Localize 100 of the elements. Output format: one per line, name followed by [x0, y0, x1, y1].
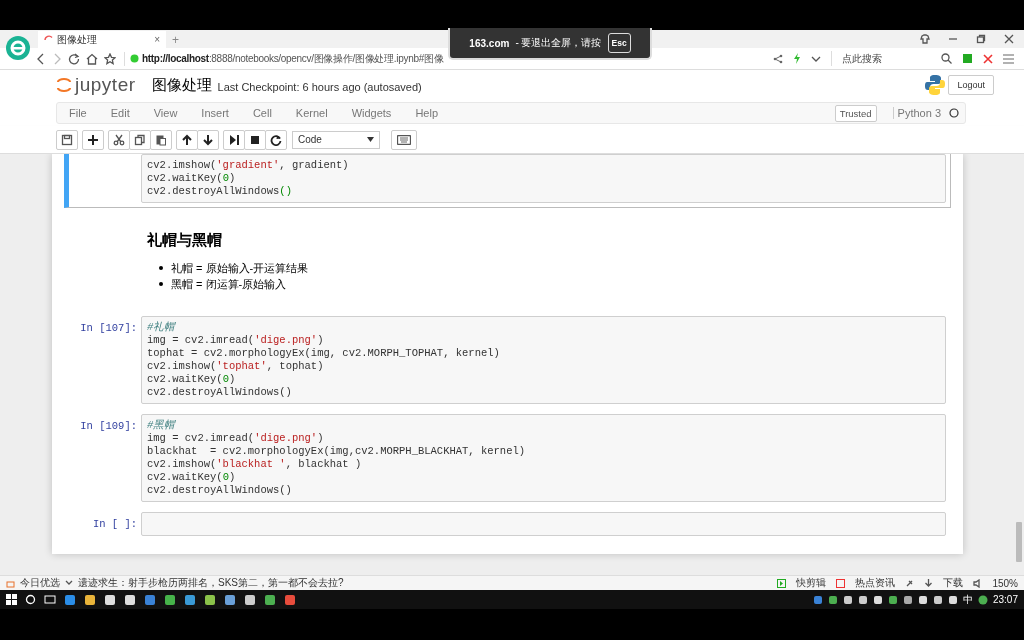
secure-icon — [130, 54, 139, 63]
status-link[interactable]: 快剪辑 — [796, 576, 827, 590]
string-literal: 'tophat' — [216, 360, 267, 372]
app-icon[interactable] — [204, 593, 216, 606]
copy-button[interactable] — [129, 129, 151, 150]
arrow-down-button[interactable] — [197, 129, 219, 150]
menu-item[interactable]: Edit — [110, 107, 130, 119]
app-icon[interactable] — [244, 593, 256, 606]
trusted-indicator[interactable]: Trusted — [834, 104, 877, 122]
chevron-down-icon — [65, 579, 73, 587]
menu-item[interactable]: Cell — [252, 107, 272, 119]
code-comment: #礼帽 — [147, 321, 176, 333]
tray-icon[interactable] — [932, 594, 943, 605]
scissors-button[interactable] — [108, 129, 130, 150]
task-view-icon[interactable] — [44, 594, 56, 605]
notebook-title[interactable]: 图像处理 — [151, 75, 212, 95]
star-icon[interactable] — [104, 52, 116, 65]
kernel-name[interactable]: Python 3 — [892, 107, 941, 119]
code-text: cv2.waitKey( — [147, 471, 223, 483]
keyboard-button[interactable] — [391, 129, 417, 150]
menu-item[interactable]: Help — [415, 107, 438, 119]
code-text: cv2.waitKey( — [147, 172, 223, 184]
app-icon[interactable] — [264, 593, 276, 606]
close-tab-button[interactable]: × — [154, 34, 160, 45]
code-input[interactable] — [141, 512, 946, 536]
esc-key: Esc — [607, 33, 631, 53]
tray-icon[interactable] — [887, 594, 898, 605]
app-icon[interactable] — [164, 593, 176, 606]
tray-icon[interactable] — [977, 594, 988, 605]
tray-icon[interactable] — [857, 594, 868, 605]
tray-icon[interactable] — [917, 594, 928, 605]
selected-cell[interactable]: cv2.imshow('gradient', gradient) cv2.waitKey(0) cv2.destroyAllWindows() — [64, 154, 951, 208]
plus-button[interactable] — [82, 129, 104, 150]
search-icon[interactable] — [941, 53, 952, 64]
step-forward-button[interactable] — [223, 129, 245, 150]
string-literal: 'dige.png' — [254, 432, 318, 444]
app-icon[interactable] — [124, 593, 136, 606]
input-prompt: In [ ]: — [92, 518, 137, 530]
search-field[interactable]: 点此搜索 — [831, 51, 931, 66]
browser-tab[interactable]: 图像处理 × — [38, 31, 166, 48]
shirt-icon[interactable] — [920, 34, 930, 44]
code-text: cv2.imshow( — [147, 159, 217, 171]
jupyter-logo[interactable]: jupyter — [56, 74, 136, 96]
windows-icon[interactable] — [6, 594, 17, 605]
code-text: img = cv2.imread( — [147, 432, 255, 444]
code-input[interactable]: #黑帽 img = cv2.imread('dige.png') blackhat = cv2.morphologyEx(img,cv2.MORPH_BLACKHAT, kernel) cv2.imshow('blackhat ', blackhat ) cv2.waitKey(0) cv2.destroyAllWindows() — [141, 414, 946, 502]
status-link[interactable]: 今日优选 — [20, 576, 60, 590]
bullet-text: 礼帽 = 原始输入-开运算结果 — [171, 260, 309, 276]
code-input[interactable]: #礼帽 img = cv2.imread('dige.png') tophat = cv2.morphologyEx(img, cv2.MORPH_TOPHAT, kernel) cv2.imshow('tophat', tophat) cv2.waitKey(0) cv2.destroyAllWindows() — [141, 316, 946, 404]
app-icon[interactable] — [104, 593, 116, 606]
code-text: tophat = cv2.morphologyEx(img, cv2.MORPH_TOPHAT, kernel) — [147, 347, 500, 359]
app-icon[interactable] — [184, 593, 196, 606]
number-literal: 0 — [222, 373, 229, 385]
menu-item[interactable]: Insert — [201, 107, 229, 119]
stop-button[interactable] — [244, 129, 266, 150]
search-icon[interactable] — [25, 594, 36, 605]
arrow-up-icon — [181, 133, 193, 146]
restart-button[interactable] — [265, 129, 287, 150]
menu-item[interactable]: Kernel — [295, 107, 328, 119]
status-link[interactable]: 热点资讯 — [855, 576, 896, 590]
tray-icon[interactable] — [842, 594, 853, 605]
scrollbar[interactable] — [1016, 522, 1022, 562]
app-icon[interactable] — [224, 593, 236, 606]
code-text: ) — [317, 334, 324, 346]
copy-icon — [134, 133, 146, 146]
menu-item[interactable]: View — [153, 107, 178, 119]
home-icon[interactable] — [86, 52, 98, 65]
number-literal: 0 — [222, 471, 229, 483]
code-input[interactable]: cv2.imshow('gradient', gradient) cv2.waitKey(0) cv2.destroyAllWindows() — [141, 154, 946, 203]
clock[interactable]: 23:07 — [992, 594, 1018, 605]
menu-item[interactable]: File — [69, 107, 87, 119]
save-button[interactable] — [56, 129, 78, 150]
news-headline[interactable]: 遗迹求生：射手步枪历两排名，SKS第二，第一都不会去拉? — [78, 576, 344, 590]
cell-type-dropdown[interactable]: Code — [292, 130, 380, 149]
tray-icon[interactable] — [827, 594, 838, 605]
arrow-up-button[interactable] — [176, 129, 198, 150]
code-text: cv2.destroyAllWindows — [147, 185, 280, 197]
close-icon[interactable] — [1004, 34, 1014, 44]
app-icon[interactable] — [84, 593, 96, 606]
zoom-level[interactable]: 150% — [992, 577, 1018, 589]
menu-item[interactable]: Widgets — [351, 107, 392, 119]
logout-button[interactable]: Logout — [948, 75, 994, 95]
cross-icon[interactable] — [983, 53, 993, 64]
scissors-icon — [113, 133, 125, 146]
status-link[interactable]: 下载 — [943, 576, 964, 590]
bullet-icon — [159, 266, 163, 270]
paste-button[interactable] — [150, 129, 172, 150]
tray-icon[interactable] — [947, 594, 958, 605]
restore-icon[interactable] — [976, 34, 986, 44]
code-text: , blackhat ) — [285, 458, 362, 470]
back-icon[interactable] — [36, 52, 46, 65]
bullet-text: 黑帽 = 闭运算-原始输入 — [171, 276, 287, 292]
tray-icon[interactable] — [902, 594, 913, 605]
share-icon[interactable] — [773, 53, 783, 64]
reload-icon[interactable] — [68, 52, 80, 65]
tray-icon[interactable] — [872, 594, 883, 605]
input-method-indicator[interactable]: 中 — [962, 592, 973, 607]
code-text: ) — [317, 432, 324, 444]
lightning-icon[interactable] — [793, 53, 801, 64]
number-literal: 0 — [222, 172, 229, 184]
